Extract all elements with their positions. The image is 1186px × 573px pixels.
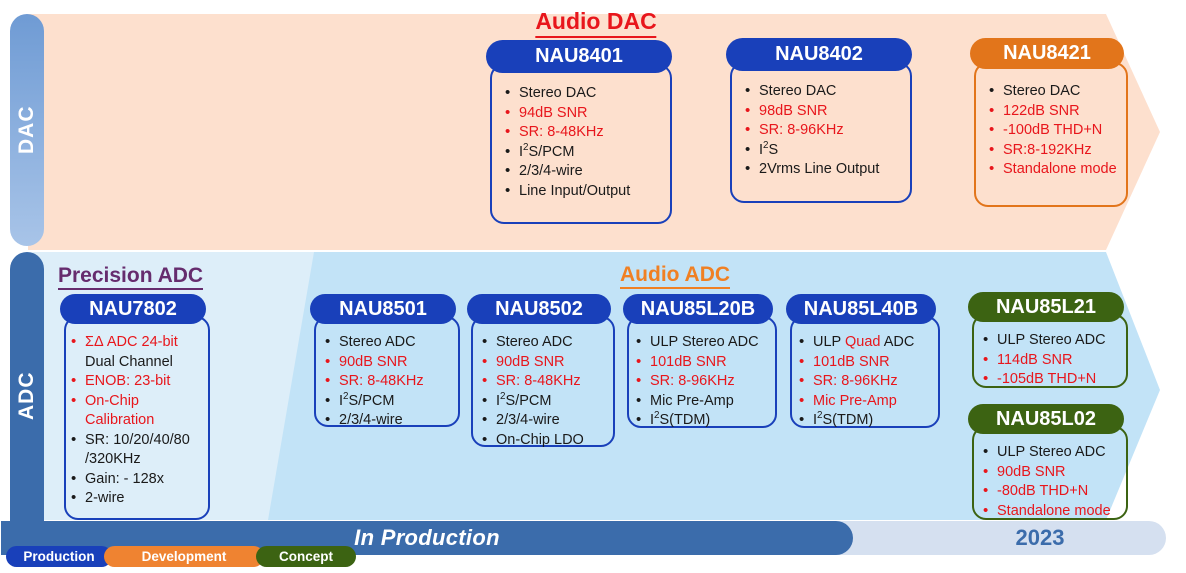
card-header: NAU8402: [726, 38, 912, 71]
category-tab-dac-label: DAC: [15, 105, 38, 155]
card-feature-item: 122dB SNR: [988, 101, 1117, 122]
legend-item-production[interactable]: Production: [6, 546, 112, 567]
card-title: NAU85L21: [995, 295, 1097, 318]
card-title: NAU8402: [775, 43, 863, 65]
card-title: NAU7802: [89, 297, 177, 320]
card-feature-item: On-Chip LDO: [481, 430, 584, 451]
card-feature-item: 101dB SNR: [798, 352, 914, 373]
card-feature-item: SR: 8-48KHz: [481, 371, 584, 392]
card-header: NAU85L20B: [623, 294, 773, 324]
card-feature-item: 2/3/4-wire: [481, 410, 584, 431]
card-feature-item: Standalone mode: [988, 159, 1117, 180]
card-feature-item: On-Chip: [70, 391, 190, 412]
card-feature-item: 2Vrms Line Output: [744, 159, 879, 180]
card-feature-item: /320KHz: [85, 451, 141, 467]
timeline-year-label: 2023: [1015, 525, 1065, 550]
card-feature-item: SR: 8-48KHz: [324, 371, 424, 392]
card-feature-item: I2S(TDM): [635, 410, 759, 431]
card-feature-item: I2S(TDM): [798, 410, 914, 431]
card-feature-item: 2/3/4-wire: [504, 161, 630, 182]
slide-canvas: DAC ADC Audio DAC Precision ADC Audio AD…: [0, 0, 1186, 573]
card-header: NAU8501: [310, 294, 456, 324]
card-header: NAU8401: [486, 40, 672, 73]
card-feature-list: Stereo DAC94dB SNRSR: 8-48KHzI2S/PCM2/3/…: [504, 83, 630, 202]
card-title: NAU8502: [495, 297, 583, 320]
card-feature-item: 90dB SNR: [481, 352, 584, 373]
card-feature-item: I2S: [744, 140, 879, 161]
card-header: NAU8502: [467, 294, 611, 324]
card-title: NAU85L40B: [803, 297, 919, 320]
card-header: NAU85L40B: [786, 294, 936, 324]
card-feature-item: Stereo DAC: [504, 83, 630, 104]
card-feature-item: Gain: - 128x: [70, 469, 190, 490]
card-feature-item: -80dB THD+N: [982, 481, 1111, 502]
card-title: NAU85L02: [995, 407, 1097, 430]
card-feature-item: I2S/PCM: [324, 391, 424, 412]
legend-label-production: Production: [23, 549, 95, 564]
card-feature-item: SR: 8-96KHz: [798, 371, 914, 392]
card-feature-item: Stereo DAC: [988, 81, 1117, 102]
section-title-audio-adc: Audio ADC: [620, 263, 731, 289]
card-feature-item: -105dB THD+N: [982, 369, 1106, 390]
card-feature-list: Stereo DAC98dB SNRSR: 8-96KHzI2S2Vrms Li…: [744, 81, 879, 180]
card-title: NAU8421: [1003, 42, 1091, 64]
card-feature-item: ULP Stereo ADC: [635, 332, 759, 353]
card-header: NAU85L02: [968, 404, 1124, 434]
category-tab-adc[interactable]: ADC: [10, 252, 44, 540]
card-feature-item: -100dB THD+N: [988, 120, 1117, 141]
card-feature-item: 90dB SNR: [982, 462, 1111, 483]
card-feature-item: SR: 8-96KHz: [635, 371, 759, 392]
card-feature-list: Stereo ADC90dB SNRSR: 8-48KHzI2S/PCM2/3/…: [481, 332, 584, 451]
card-feature-item: 94dB SNR: [504, 103, 630, 124]
card-header: NAU8421: [970, 38, 1124, 69]
card-feature-item: I2S/PCM: [481, 391, 584, 412]
card-feature-item: ULP Stereo ADC: [982, 442, 1111, 463]
card-feature-item: 114dB SNR: [982, 350, 1106, 371]
card-feature-item: Stereo DAC: [744, 81, 879, 102]
card-feature-item: SR: 8-48KHz: [504, 122, 630, 143]
section-title-audio-dac: Audio DAC: [535, 8, 657, 38]
card-feature-item: Mic Pre-Amp: [635, 391, 759, 412]
card-feature-item: Mic Pre-Amp: [798, 391, 914, 412]
card-feature-item: Calibration: [85, 412, 155, 428]
card-feature-item: I2S/PCM: [504, 142, 630, 163]
card-title: NAU8501: [339, 297, 427, 320]
legend-item-concept[interactable]: Concept: [256, 546, 356, 567]
timeline-progress-label: In Production: [354, 525, 500, 550]
card-feature-list: ULP Stereo ADC101dB SNRSR: 8-96KHzMic Pr…: [635, 332, 759, 431]
card-header: NAU7802: [60, 294, 206, 324]
card-feature-item: 98dB SNR: [744, 101, 879, 122]
card-feature-list: ULP Quad ADC101dB SNRSR: 8-96KHzMic Pre-…: [798, 332, 914, 431]
card-feature-item: Dual Channel: [85, 353, 173, 370]
category-tab-dac[interactable]: DAC: [10, 14, 44, 246]
legend-label-concept: Concept: [279, 549, 333, 564]
card-feature-item: 2/3/4-wire: [324, 410, 424, 431]
card-feature-item: 2-wire: [70, 488, 190, 509]
card-feature-item: Stereo ADC: [481, 332, 584, 353]
card-feature-list: Stereo DAC122dB SNR-100dB THD+NSR:8-192K…: [988, 81, 1117, 180]
card-feature-item: ULP Stereo ADC: [982, 330, 1106, 351]
card-feature-item: SR: 8-96KHz: [744, 120, 879, 141]
card-title: NAU8401: [535, 45, 623, 67]
card-feature-item: 90dB SNR: [324, 352, 424, 373]
card-feature-item: ULP Quad ADC: [798, 332, 914, 353]
legend-label-development: Development: [141, 549, 227, 564]
card-feature-list: ΣΔ ADC 24-bitDual ChannelENOB: 23-bitOn-…: [70, 332, 190, 509]
legend-item-development[interactable]: Development: [104, 546, 264, 567]
section-title-precision-adc: Precision ADC: [58, 264, 204, 290]
card-header: NAU85L21: [968, 292, 1124, 322]
card-feature-item: SR: 10/20/40/80: [70, 430, 190, 451]
card-title: NAU85L20B: [640, 297, 756, 320]
card-feature-list: ULP Stereo ADC90dB SNR-80dB THD+NStandal…: [982, 442, 1111, 522]
card-feature-item: Standalone mode: [982, 501, 1111, 522]
card-feature-item: ΣΔ ADC 24-bit: [70, 332, 190, 353]
card-feature-item: SR:8-192KHz: [988, 140, 1117, 161]
card-feature-item: Stereo ADC: [324, 332, 424, 353]
card-feature-item: ENOB: 23-bit: [70, 371, 190, 392]
card-feature-item: Line Input/Output: [504, 181, 630, 202]
card-feature-item: 101dB SNR: [635, 352, 759, 373]
category-tab-adc-label: ADC: [15, 371, 38, 421]
card-feature-list: ULP Stereo ADC114dB SNR-105dB THD+N: [982, 330, 1106, 390]
card-feature-list: Stereo ADC90dB SNRSR: 8-48KHzI2S/PCM2/3/…: [324, 332, 424, 431]
